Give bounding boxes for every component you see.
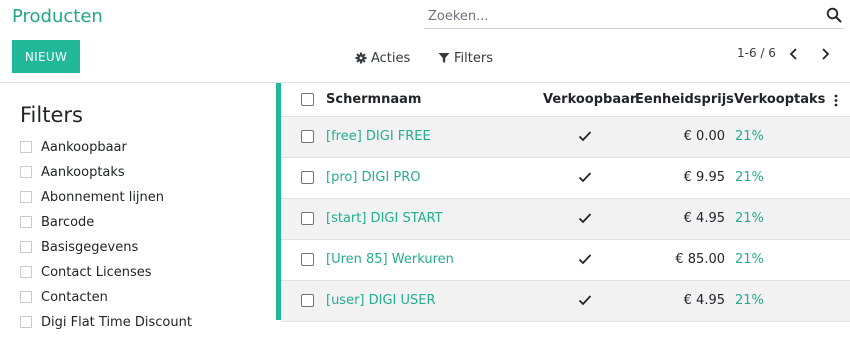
gear-icon xyxy=(355,52,367,64)
column-header-saleable[interactable]: Verkoopbaar xyxy=(543,92,636,107)
filter-item[interactable]: Abonnement lijnen xyxy=(20,190,192,215)
pager-value[interactable]: 1-6 / 6 xyxy=(737,46,776,60)
table-row[interactable]: [user] DIGI USER € 4.95 21% xyxy=(281,281,850,322)
filter-item[interactable]: Aankoopbaar xyxy=(20,140,192,165)
product-name[interactable]: [user] DIGI USER xyxy=(326,293,436,308)
filters-label: Filters xyxy=(454,50,493,66)
filter-checkbox[interactable] xyxy=(20,166,32,178)
product-name[interactable]: [start] DIGI START xyxy=(326,211,443,226)
filter-checkbox[interactable] xyxy=(20,216,32,228)
row-checkbox[interactable] xyxy=(301,171,314,184)
filter-label: Aankoopbaar xyxy=(41,140,127,155)
filter-item[interactable]: Contacten xyxy=(20,290,192,315)
check-icon xyxy=(578,254,592,265)
filter-item[interactable]: Aankooptaks xyxy=(20,165,192,190)
unit-price: € 9.95 xyxy=(683,170,725,185)
funnel-icon xyxy=(438,53,450,63)
filter-checkbox[interactable] xyxy=(20,266,32,278)
filter-item[interactable]: Basisgegevens xyxy=(20,240,192,265)
actions-button[interactable]: Acties xyxy=(355,48,410,68)
table-row[interactable]: [free] DIGI FREE € 0.00 21% xyxy=(281,117,850,158)
search-box xyxy=(424,4,844,29)
filters-button[interactable]: Filters xyxy=(438,48,493,68)
filter-checkbox[interactable] xyxy=(20,241,32,253)
row-checkbox[interactable] xyxy=(301,130,314,143)
check-icon xyxy=(578,172,592,183)
kebab-menu-icon[interactable] xyxy=(833,94,839,107)
unit-price: € 85.00 xyxy=(675,252,725,267)
filter-label: Contact Licenses xyxy=(41,265,152,280)
column-header-price[interactable]: Eenheidsprijs xyxy=(635,92,734,107)
actions-label: Acties xyxy=(371,50,411,66)
filter-checkbox[interactable] xyxy=(20,141,32,153)
filter-label: Barcode xyxy=(41,215,95,230)
filter-panel: Filters Aankoopbaar Aankooptaks Abonneme… xyxy=(0,83,276,330)
column-header-tax[interactable]: Verkooptaks xyxy=(734,92,825,107)
page-title: Producten xyxy=(12,6,103,27)
search-icon[interactable] xyxy=(826,7,842,23)
unit-price: € 4.95 xyxy=(683,211,725,226)
select-all-checkbox[interactable] xyxy=(301,93,314,106)
row-checkbox[interactable] xyxy=(301,294,314,307)
check-icon xyxy=(578,131,592,142)
unit-price: € 4.95 xyxy=(683,293,725,308)
filter-checkbox[interactable] xyxy=(20,191,32,203)
filter-label: Digi Flat Time Discount xyxy=(41,315,192,330)
filter-item[interactable]: Digi Flat Time Discount xyxy=(20,315,192,340)
unit-price: € 0.00 xyxy=(683,129,725,144)
sales-tax: 21% xyxy=(735,170,764,185)
check-icon xyxy=(578,213,592,224)
control-panel: Producten NIEUW Acties Filters 1-6 / 6 xyxy=(0,0,850,83)
product-name[interactable]: [pro] DIGI PRO xyxy=(326,170,421,185)
sales-tax: 21% xyxy=(735,211,764,226)
chevron-left-icon[interactable] xyxy=(787,46,801,62)
filter-item[interactable]: Barcode xyxy=(20,215,192,240)
table-row[interactable]: [pro] DIGI PRO € 9.95 21% xyxy=(281,158,850,199)
product-name[interactable]: [free] DIGI FREE xyxy=(326,129,431,144)
row-checkbox[interactable] xyxy=(301,253,314,266)
filter-item[interactable]: Contact Licenses xyxy=(20,265,192,290)
search-input[interactable] xyxy=(428,7,808,25)
filter-label: Basisgegevens xyxy=(41,240,139,255)
new-button[interactable]: NIEUW xyxy=(12,40,80,73)
sales-tax: 21% xyxy=(735,129,764,144)
sales-tax: 21% xyxy=(735,293,764,308)
filter-label: Abonnement lijnen xyxy=(41,190,165,205)
filter-checkbox[interactable] xyxy=(20,316,32,328)
filter-label: Contacten xyxy=(41,290,108,305)
check-icon xyxy=(578,295,592,306)
column-header-name[interactable]: Schermnaam xyxy=(326,92,421,107)
product-name[interactable]: [Uren 85] Werkuren xyxy=(326,252,454,267)
filter-checkbox[interactable] xyxy=(20,291,32,303)
row-checkbox[interactable] xyxy=(301,212,314,225)
table-header: Schermnaam Verkoopbaar Eenheidsprijs Ver… xyxy=(281,83,850,117)
table-row[interactable]: [Uren 85] Werkuren € 85.00 21% xyxy=(281,240,850,281)
table-row[interactable]: [start] DIGI START € 4.95 21% xyxy=(281,199,850,240)
filter-list: Aankoopbaar Aankooptaks Abonnement lijne… xyxy=(20,140,192,340)
filter-label: Aankooptaks xyxy=(41,165,125,180)
filter-heading: Filters xyxy=(20,103,83,127)
sales-tax: 21% xyxy=(735,252,764,267)
chevron-right-icon[interactable] xyxy=(818,46,832,62)
